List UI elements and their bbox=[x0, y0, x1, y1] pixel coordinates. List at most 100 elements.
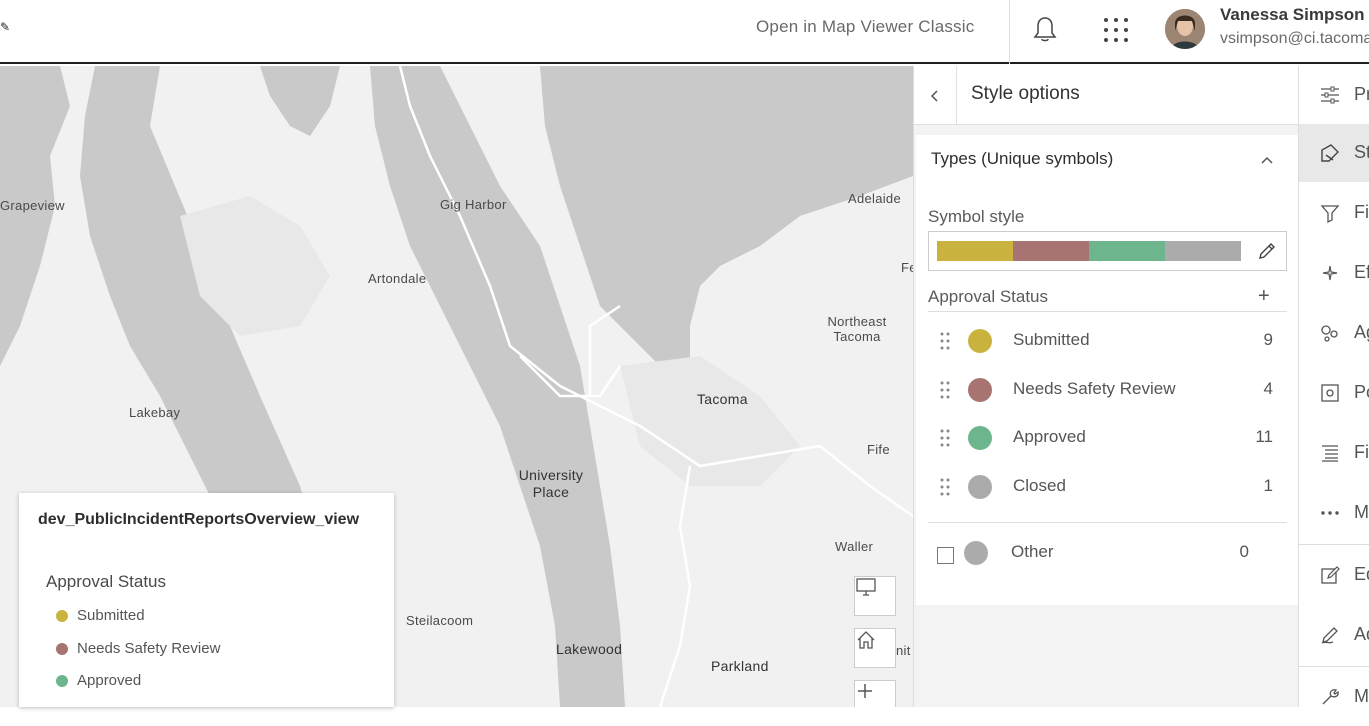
bell-icon[interactable] bbox=[1030, 14, 1060, 44]
open-classic-link[interactable]: Open in Map Viewer Classic bbox=[756, 17, 974, 37]
ramp-color bbox=[937, 241, 1013, 261]
tool-measure[interactable]: M bbox=[1299, 668, 1369, 726]
tool-label: M bbox=[1354, 502, 1369, 522]
legend-item: Submitted bbox=[56, 607, 145, 624]
popup-icon bbox=[1321, 384, 1339, 402]
category-label[interactable]: Approved bbox=[1013, 427, 1086, 447]
field-label: Approval Status bbox=[928, 287, 1049, 306]
tool-label: Fi bbox=[1354, 442, 1369, 462]
drag-handle-icon[interactable] bbox=[940, 380, 950, 400]
other-label: Other bbox=[1011, 542, 1054, 561]
settings-toolbar: Pr St Fi Ef Ag Po Fi M Ed Ad M bbox=[1298, 66, 1369, 707]
map-label-parkland: Parkland bbox=[711, 658, 769, 674]
symbol-swatch[interactable] bbox=[968, 378, 992, 402]
legend-card: dev_PublicIncidentReportsOverview_view A… bbox=[19, 493, 394, 707]
drag-handle-icon[interactable] bbox=[940, 331, 950, 351]
wrench-icon bbox=[1322, 689, 1339, 705]
types-section-title[interactable]: Types (Unique symbols) bbox=[931, 149, 1113, 169]
divider bbox=[928, 522, 1287, 523]
zoom-in-button[interactable] bbox=[854, 680, 896, 707]
tool-label: Ag bbox=[1354, 322, 1369, 342]
tool-properties[interactable]: Pr bbox=[1299, 66, 1369, 124]
other-row[interactable]: Other 0 bbox=[928, 535, 1287, 575]
legend-item-label: Approved bbox=[77, 672, 142, 689]
category-row[interactable]: Closed 1 bbox=[928, 469, 1287, 509]
symbol-style-label: Symbol style bbox=[928, 207, 1025, 226]
divider bbox=[928, 311, 1287, 312]
map-label-artondale: Artondale bbox=[368, 271, 427, 286]
edit-icon bbox=[1321, 566, 1340, 584]
add-field-icon[interactable]: + bbox=[1258, 285, 1270, 308]
more-icon bbox=[1321, 511, 1339, 515]
tool-styles[interactable]: St bbox=[1299, 124, 1369, 182]
category-row[interactable]: Needs Safety Review 4 bbox=[928, 372, 1287, 412]
tool-fields[interactable]: Fi bbox=[1299, 424, 1369, 482]
symbol-swatch[interactable] bbox=[964, 541, 988, 565]
tool-label: Ef bbox=[1354, 262, 1369, 282]
drag-handle-icon[interactable] bbox=[940, 428, 950, 448]
legend-item-label: Needs Safety Review bbox=[77, 640, 221, 657]
map-label-tacoma: Tacoma bbox=[697, 391, 748, 407]
divider bbox=[1299, 666, 1369, 667]
symbol-swatch[interactable] bbox=[968, 475, 992, 499]
map-label-waller: Waller bbox=[835, 539, 874, 554]
tool-aggregation[interactable]: Ag bbox=[1299, 304, 1369, 362]
map-label-adelaide: Adelaide bbox=[848, 191, 901, 206]
tool-effects[interactable]: Ef bbox=[1299, 244, 1369, 302]
sliders-icon bbox=[1321, 86, 1339, 104]
legend-swatch bbox=[56, 642, 68, 655]
map-label-fe: Fe bbox=[901, 260, 913, 275]
category-label[interactable]: Needs Safety Review bbox=[1013, 379, 1176, 399]
symbol-swatch[interactable] bbox=[968, 329, 992, 353]
tool-label: St bbox=[1354, 142, 1369, 162]
legend-item: Approved bbox=[56, 672, 141, 689]
other-count: 0 bbox=[1239, 542, 1249, 561]
tool-label: Po bbox=[1354, 382, 1369, 402]
tool-add[interactable]: Ad bbox=[1299, 606, 1369, 664]
screen-view-button[interactable] bbox=[854, 576, 896, 616]
tool-popups[interactable]: Po bbox=[1299, 364, 1369, 422]
ramp-color bbox=[1089, 241, 1165, 261]
tool-more[interactable]: M bbox=[1299, 484, 1369, 542]
plus-icon bbox=[858, 684, 872, 698]
legend-swatch bbox=[56, 674, 68, 687]
divider bbox=[1299, 544, 1369, 545]
map-label-gig-harbor: Gig Harbor bbox=[440, 197, 507, 212]
map-label-lakebay: Lakebay bbox=[129, 405, 181, 420]
symbol-style-ramp[interactable] bbox=[928, 231, 1287, 271]
app-launcher-icon[interactable] bbox=[1102, 16, 1130, 44]
tool-label: M bbox=[1354, 686, 1369, 706]
other-checkbox[interactable] bbox=[937, 547, 954, 564]
tool-label: Fi bbox=[1354, 202, 1369, 222]
category-label[interactable]: Submitted bbox=[1013, 330, 1090, 350]
sketch-icon bbox=[1321, 627, 1338, 644]
home-button[interactable] bbox=[854, 628, 896, 668]
category-count: 4 bbox=[1263, 379, 1273, 398]
style-options-panel: Style options Types (Unique symbols) Sym… bbox=[913, 66, 1299, 707]
category-row[interactable]: Approved 11 bbox=[928, 420, 1287, 460]
category-count: 1 bbox=[1263, 476, 1273, 495]
styles-icon bbox=[1321, 144, 1339, 162]
avatar[interactable] bbox=[1165, 9, 1205, 49]
symbol-swatch[interactable] bbox=[968, 426, 992, 450]
category-label[interactable]: Closed bbox=[1013, 476, 1066, 496]
pencil-icon[interactable] bbox=[1256, 240, 1278, 262]
tool-edit[interactable]: Ed bbox=[1299, 546, 1369, 604]
category-row[interactable]: Submitted 9 bbox=[928, 323, 1287, 363]
map-label-nit: nit bbox=[896, 643, 911, 658]
back-button[interactable] bbox=[914, 66, 957, 125]
category-count: 11 bbox=[1255, 427, 1273, 446]
monitor-icon bbox=[856, 578, 876, 596]
map-label-steilacoom: Steilacoom bbox=[406, 613, 474, 628]
chevron-up-icon[interactable] bbox=[1260, 153, 1274, 167]
edit-title-icon[interactable]: ✎ bbox=[0, 20, 10, 34]
user-name[interactable]: Vanessa Simpson bbox=[1220, 5, 1365, 25]
tool-filter[interactable]: Fi bbox=[1299, 184, 1369, 242]
legend-swatch bbox=[56, 609, 68, 622]
map-label-northeast-tacoma: Northeast Tacoma bbox=[827, 314, 887, 344]
category-count: 9 bbox=[1263, 330, 1273, 349]
legend-item-label: Submitted bbox=[77, 607, 145, 624]
drag-handle-icon[interactable] bbox=[940, 477, 950, 497]
tool-label: Ed bbox=[1354, 564, 1369, 584]
map-label-fife: Fife bbox=[867, 442, 890, 457]
